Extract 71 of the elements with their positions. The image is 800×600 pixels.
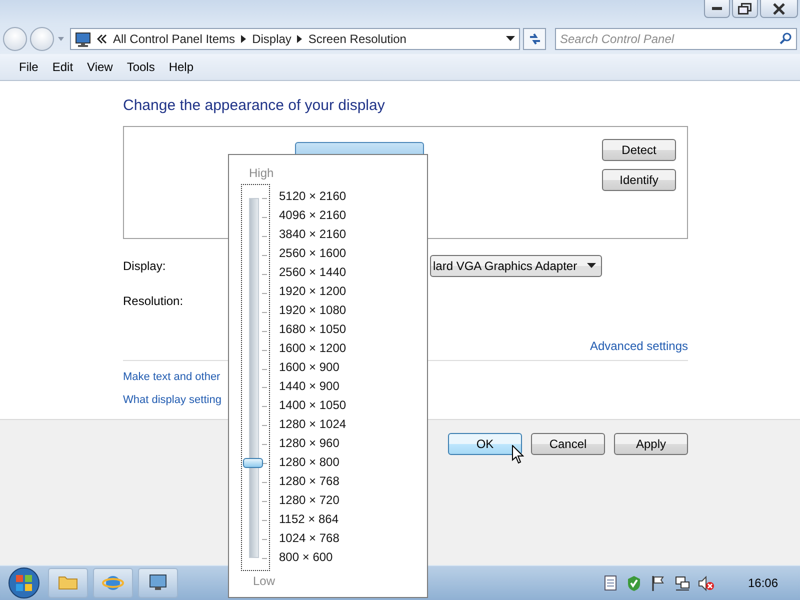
resolution-option[interactable]: 1280 × 768 — [279, 472, 346, 491]
display-taskbar-button[interactable] — [138, 568, 178, 598]
monitor-icon — [75, 32, 91, 46]
close-icon — [773, 2, 785, 14]
network-icon[interactable] — [674, 574, 690, 592]
speaker-muted-icon[interactable] — [698, 574, 714, 592]
menu-item[interactable]: Edit — [47, 58, 78, 76]
resolution-option[interactable]: 1152 × 864 — [279, 510, 346, 529]
resolution-option[interactable]: 1280 × 720 — [279, 491, 346, 510]
resolution-option[interactable]: 1920 × 1200 — [279, 282, 346, 301]
page-heading: Change the appearance of your display — [123, 97, 386, 116]
resolution-option[interactable]: 1280 × 800 — [279, 453, 346, 472]
menu-item[interactable]: Help — [164, 58, 199, 76]
resolution-option[interactable]: 5120 × 2160 — [279, 187, 346, 206]
resolution-label: Resolution: — [123, 294, 184, 308]
advanced-settings-link[interactable]: Advanced settings — [590, 339, 688, 353]
search-icon — [779, 32, 792, 45]
dropdown-value: lard VGA Graphics Adapter — [433, 259, 578, 273]
breadcrumb-arrow-icon[interactable] — [241, 35, 246, 43]
restore-button[interactable] — [732, 0, 758, 18]
double-chevron-icon — [97, 34, 107, 44]
breadcrumb[interactable]: All Control Panel Items — [113, 32, 236, 46]
menu-item[interactable]: Tools — [122, 58, 160, 76]
breadcrumb-arrow-icon[interactable] — [297, 35, 302, 43]
help-link[interactable]: What display setting — [123, 394, 222, 406]
restore-icon — [738, 2, 752, 14]
mouse-pointer-icon — [512, 445, 524, 464]
resolution-option[interactable]: 2560 × 1440 — [279, 263, 346, 282]
display-label: Display: — [123, 259, 166, 273]
resolution-option[interactable]: 1600 × 1200 — [279, 339, 346, 358]
resolution-option[interactable]: 1600 × 900 — [279, 358, 346, 377]
resolution-option[interactable]: 3840 × 2160 — [279, 225, 346, 244]
shield-check-icon[interactable] — [626, 574, 642, 592]
menu-item[interactable]: File — [14, 58, 44, 76]
dialog-button[interactable]: Apply — [614, 433, 688, 455]
flag-icon[interactable] — [650, 574, 666, 592]
resolution-option[interactable]: 2560 × 1600 — [279, 244, 346, 263]
dropdown-arrow-icon[interactable] — [506, 36, 515, 42]
resolution-option[interactable]: 1400 × 1050 — [279, 396, 346, 415]
detect-button[interactable]: Detect — [602, 139, 676, 161]
help-link[interactable]: Make text and other — [123, 371, 220, 383]
slider-thumb[interactable] — [243, 458, 263, 468]
identify-button[interactable]: Identify — [602, 169, 676, 191]
low-label: Low — [253, 573, 276, 589]
menu-item[interactable]: View — [82, 58, 118, 76]
address-bar[interactable]: All Control Panel Items Display Screen Resolution — [70, 28, 520, 50]
resolution-option[interactable]: 800 × 600 — [279, 548, 346, 567]
resolution-slider[interactable] — [241, 184, 270, 571]
refresh-button[interactable] — [523, 28, 546, 50]
search-field[interactable]: Search Control Panel — [555, 28, 797, 50]
resolution-option[interactable]: 1280 × 960 — [279, 434, 346, 453]
resolution-option[interactable]: 1024 × 768 — [279, 529, 346, 548]
clock[interactable]: 16:06 — [748, 576, 778, 590]
document-icon[interactable] — [602, 574, 618, 592]
refresh-icon — [528, 32, 542, 46]
resolution-option[interactable]: 1440 × 900 — [279, 377, 346, 396]
minimize-icon — [712, 7, 722, 10]
breadcrumb[interactable]: Screen Resolution — [308, 32, 406, 46]
close-button[interactable] — [760, 0, 798, 18]
resolution-option[interactable]: 1280 × 1024 — [279, 415, 346, 434]
dropdown-arrow-icon — [587, 263, 596, 269]
dialog-button[interactable]: Cancel — [531, 433, 605, 455]
resolution-option[interactable]: 1920 × 1080 — [279, 301, 346, 320]
resolution-option[interactable]: 4096 × 2160 — [279, 206, 346, 225]
display-dropdown[interactable]: lard VGA Graphics Adapter — [430, 255, 602, 277]
browser-taskbar-button[interactable] — [93, 568, 133, 598]
high-label: High — [249, 165, 275, 181]
dialog-button[interactable]: OK — [448, 433, 522, 455]
breadcrumb[interactable]: Display — [252, 32, 292, 46]
minimize-button[interactable] — [704, 0, 730, 18]
resolution-option[interactable]: 1680 × 1050 — [279, 320, 346, 339]
